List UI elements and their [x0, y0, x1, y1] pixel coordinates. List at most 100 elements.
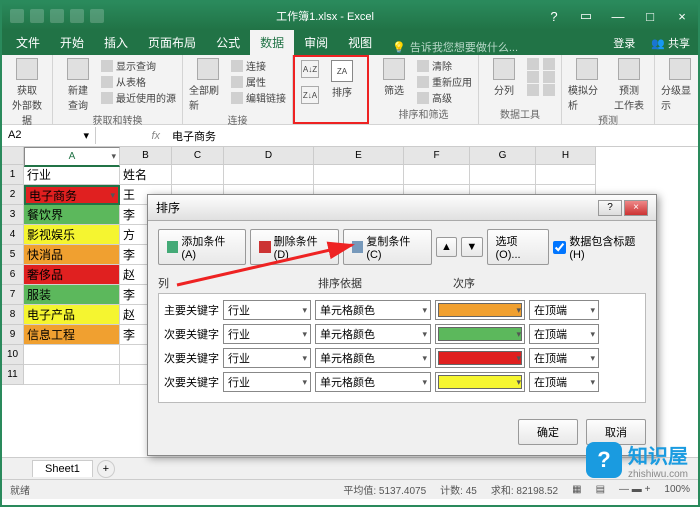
- cell[interactable]: 服装: [24, 285, 120, 305]
- advanced-button[interactable]: 高级: [417, 90, 472, 105]
- formula-input[interactable]: 电子商务: [166, 126, 698, 146]
- cell[interactable]: 影视娱乐: [24, 225, 120, 245]
- new-sheet-button[interactable]: +: [97, 460, 115, 478]
- refresh-all-button[interactable]: 全部刷新: [189, 58, 227, 112]
- sort-order-select[interactable]: 在顶端: [529, 348, 599, 368]
- sort-on-select[interactable]: 单元格颜色: [315, 300, 431, 320]
- cell[interactable]: 电子产品: [24, 305, 120, 325]
- text-to-columns-button[interactable]: 分列: [485, 58, 523, 97]
- sort-on-select[interactable]: 单元格颜色: [315, 324, 431, 344]
- has-headers-checkbox[interactable]: 数据包含标题(H): [553, 233, 646, 261]
- sort-color-select[interactable]: [435, 300, 525, 320]
- cell[interactable]: 行业: [24, 165, 120, 185]
- tab-layout[interactable]: 页面布局: [138, 30, 206, 55]
- row-header[interactable]: 10: [2, 345, 24, 365]
- minimize-button[interactable]: —: [602, 5, 634, 27]
- view-layout-icon[interactable]: ▤: [596, 484, 605, 495]
- recent-sources-button[interactable]: 最近使用的源: [101, 90, 176, 105]
- tab-home[interactable]: 开始: [50, 30, 94, 55]
- move-down-button[interactable]: ▼: [461, 237, 482, 257]
- from-table-button[interactable]: 从表格: [101, 74, 176, 89]
- cell[interactable]: [224, 165, 314, 185]
- cell[interactable]: [314, 165, 404, 185]
- sort-on-select[interactable]: 单元格颜色: [315, 348, 431, 368]
- cell[interactable]: 姓名: [120, 165, 172, 185]
- zoom-level[interactable]: 100%: [664, 484, 690, 495]
- copy-level-button[interactable]: 复制条件(C): [343, 229, 432, 265]
- select-all-corner[interactable]: [2, 147, 24, 165]
- clear-filter-button[interactable]: 清除: [417, 58, 472, 73]
- sort-column-select[interactable]: 行业: [223, 300, 311, 320]
- sort-column-select[interactable]: 行业: [223, 324, 311, 344]
- cell[interactable]: [470, 165, 536, 185]
- help-icon[interactable]: ?: [538, 5, 570, 27]
- row-header[interactable]: 2: [2, 185, 24, 205]
- properties-button[interactable]: 属性: [231, 74, 286, 89]
- share-button[interactable]: 👥 共享: [643, 31, 698, 55]
- row-header[interactable]: 4: [2, 225, 24, 245]
- ribbon-collapse-icon[interactable]: ▭: [570, 5, 602, 27]
- sort-desc-icon[interactable]: Z↓A: [301, 86, 319, 104]
- dialog-close-button[interactable]: ×: [624, 200, 648, 216]
- dialog-help-button[interactable]: ?: [598, 200, 622, 216]
- what-if-button[interactable]: 模拟分析: [568, 58, 606, 112]
- sort-asc-icon[interactable]: A↓Z: [301, 60, 319, 78]
- tab-review[interactable]: 审阅: [294, 30, 338, 55]
- cell[interactable]: [536, 165, 596, 185]
- new-query-button[interactable]: 新建 查询: [59, 58, 97, 112]
- sort-button[interactable]: ZA排序: [323, 60, 361, 99]
- sort-order-select[interactable]: 在顶端: [529, 324, 599, 344]
- tab-file[interactable]: 文件: [6, 30, 50, 55]
- cell[interactable]: [172, 165, 224, 185]
- row-header[interactable]: 3: [2, 205, 24, 225]
- col-header[interactable]: B: [120, 147, 172, 165]
- sort-column-select[interactable]: 行业: [223, 348, 311, 368]
- connections-button[interactable]: 连接: [231, 58, 286, 73]
- name-box[interactable]: A2▾: [2, 127, 96, 144]
- forecast-sheet-button[interactable]: 预测 工作表: [610, 58, 648, 112]
- row-header[interactable]: 9: [2, 325, 24, 345]
- add-level-button[interactable]: 添加条件(A): [158, 229, 246, 265]
- col-header[interactable]: F: [404, 147, 470, 165]
- cell[interactable]: 快消品: [24, 245, 120, 265]
- tell-me-search[interactable]: 💡 告诉我您想要做什么...: [382, 39, 605, 55]
- close-button[interactable]: ×: [666, 5, 698, 27]
- row-header[interactable]: 8: [2, 305, 24, 325]
- chevron-down-icon[interactable]: ▾: [83, 129, 89, 142]
- row-header[interactable]: 6: [2, 265, 24, 285]
- sort-color-select[interactable]: [435, 372, 525, 392]
- maximize-button[interactable]: □: [634, 5, 666, 27]
- sort-options-button[interactable]: 选项(O)...: [487, 229, 550, 265]
- get-external-data-button[interactable]: 获取 外部数据: [8, 58, 46, 127]
- sort-column-select[interactable]: 行业: [223, 372, 311, 392]
- cell[interactable]: 电子商务: [24, 185, 120, 205]
- row-header[interactable]: 5: [2, 245, 24, 265]
- zoom-slider[interactable]: — ▬ +: [619, 484, 650, 495]
- outline-button[interactable]: 分级显示: [661, 58, 699, 112]
- cell[interactable]: 奢侈品: [24, 265, 120, 285]
- edit-links-button[interactable]: 编辑链接: [231, 90, 286, 105]
- cell[interactable]: 信息工程: [24, 325, 120, 345]
- sort-color-select[interactable]: [435, 324, 525, 344]
- row-header[interactable]: 11: [2, 365, 24, 385]
- tab-formulas[interactable]: 公式: [206, 30, 250, 55]
- move-up-button[interactable]: ▲: [436, 237, 457, 257]
- sort-order-select[interactable]: 在顶端: [529, 300, 599, 320]
- delete-level-button[interactable]: 删除条件(D): [250, 229, 339, 265]
- sheet-tab[interactable]: Sheet1: [32, 460, 93, 477]
- reapply-button[interactable]: 重新应用: [417, 74, 472, 89]
- sort-color-select[interactable]: [435, 348, 525, 368]
- login-link[interactable]: 登录: [605, 31, 643, 55]
- filter-button[interactable]: 筛选: [375, 58, 413, 97]
- show-queries-button[interactable]: 显示查询: [101, 58, 176, 73]
- cell[interactable]: 餐饮界: [24, 205, 120, 225]
- tab-view[interactable]: 视图: [338, 30, 382, 55]
- col-header[interactable]: E: [314, 147, 404, 165]
- col-header[interactable]: H: [536, 147, 596, 165]
- col-header[interactable]: A: [24, 147, 120, 167]
- row-header[interactable]: 1: [2, 165, 24, 185]
- ok-button[interactable]: 确定: [518, 419, 578, 445]
- fx-icon[interactable]: fx: [96, 130, 166, 142]
- cell[interactable]: [24, 345, 120, 365]
- qat[interactable]: [2, 9, 112, 23]
